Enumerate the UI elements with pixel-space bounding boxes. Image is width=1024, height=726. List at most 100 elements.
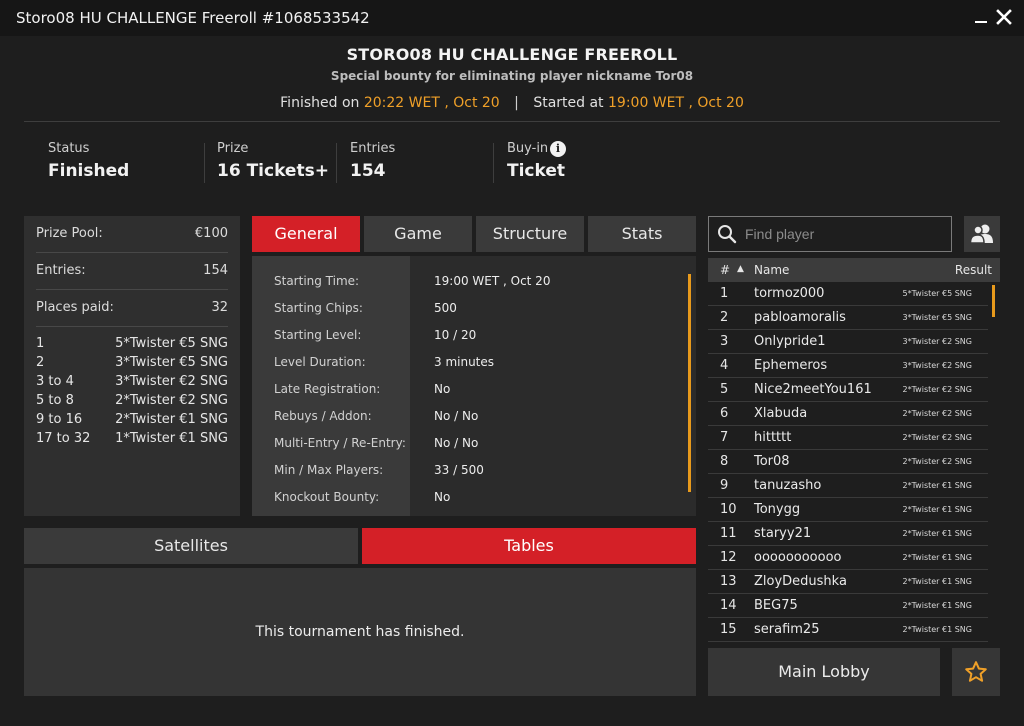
general-value: No / No	[434, 409, 479, 423]
times-separator: |	[514, 95, 519, 111]
info-divider	[493, 143, 494, 183]
player-row[interactable]: 10 Tonygg 2*Twister €1 SNG	[708, 498, 988, 522]
tournament-title: STORO08 HU CHALLENGE FREEROLL	[346, 45, 678, 64]
general-scrollbar[interactable]	[688, 274, 691, 492]
general-row: Late Registration: No	[252, 382, 692, 409]
player-row[interactable]: 8 Tor08 2*Twister €2 SNG	[708, 450, 988, 474]
player-rank: 3	[720, 334, 729, 349]
payout-place: 2	[36, 355, 45, 370]
entries-label: Entries:	[36, 263, 86, 278]
player-row[interactable]: 5 Nice2meetYou161 2*Twister €2 SNG	[708, 378, 988, 402]
prize-pool-panel: Prize Pool: €100 Entries: 154 Places pai…	[24, 216, 240, 516]
general-row: Multi-Entry / Re-Entry: No / No	[252, 436, 692, 463]
player-row[interactable]: 14 BEG75 2*Twister €1 SNG	[708, 594, 988, 618]
general-value: No	[434, 490, 451, 504]
player-list-header: # ▲ Name Result	[708, 258, 1000, 282]
close-button[interactable]	[993, 6, 1015, 28]
general-label: Starting Time:	[274, 274, 360, 288]
column-result[interactable]: Result	[955, 263, 992, 277]
started-label: Started at	[533, 95, 604, 111]
player-result: 5*Twister €5 SNG	[902, 289, 972, 298]
general-label: Min / Max Players:	[274, 463, 384, 477]
player-row[interactable]: 13 ZloyDedushka 2*Twister €1 SNG	[708, 570, 988, 594]
column-rank[interactable]: #	[720, 263, 730, 277]
info-divider	[204, 143, 205, 183]
player-row[interactable]: 15 serafim25 2*Twister €1 SNG	[708, 618, 988, 642]
sort-ascending-icon[interactable]: ▲	[737, 264, 744, 274]
player-result: 3*Twister €2 SNG	[902, 337, 972, 346]
tab-stats[interactable]: Stats	[588, 216, 696, 252]
player-name: ooooooooooo	[754, 550, 842, 565]
general-value: No / No	[434, 436, 479, 450]
places-paid-row: Places paid: 32	[36, 300, 228, 315]
tab-structure[interactable]: Structure	[476, 216, 584, 252]
player-rank: 6	[720, 406, 729, 421]
prize-pool-value: €100	[194, 226, 228, 241]
player-row[interactable]: 12 ooooooooooo 2*Twister €1 SNG	[708, 546, 988, 570]
general-row: Knockout Bounty: No	[252, 490, 692, 516]
tournament-subtitle: Special bounty for eliminating player ni…	[330, 69, 694, 83]
favorite-button[interactable]	[952, 648, 1000, 696]
minimize-button[interactable]	[969, 8, 991, 28]
player-result: 2*Twister €1 SNG	[902, 481, 972, 490]
player-name: Xlabuda	[754, 406, 808, 421]
player-name: Ephemeros	[754, 358, 828, 373]
general-label: Multi-Entry / Re-Entry:	[274, 436, 406, 450]
player-row[interactable]: 9 tanuzasho 2*Twister €1 SNG	[708, 474, 988, 498]
payout-place: 9 to 16	[36, 412, 83, 427]
general-label: Level Duration:	[274, 355, 366, 369]
player-row[interactable]: 2 pabloamoralis 3*Twister €5 SNG	[708, 306, 988, 330]
player-rank: 4	[720, 358, 729, 373]
player-row[interactable]: 4 Ephemeros 3*Twister €2 SNG	[708, 354, 988, 378]
payout-row: 17 to 32 1*Twister €1 SNG	[36, 431, 228, 446]
player-search[interactable]	[708, 216, 952, 252]
column-name[interactable]: Name	[754, 263, 789, 277]
status-value: Finished	[48, 161, 130, 181]
started-time: 19:00 WET , Oct 20	[608, 95, 744, 111]
payout-row: 9 to 16 2*Twister €1 SNG	[36, 412, 228, 427]
prize-pool-row: Prize Pool: €100	[36, 226, 228, 241]
payout-prize: 1*Twister €1 SNG	[115, 431, 228, 446]
player-row[interactable]: 1 tormoz000 5*Twister €5 SNG	[708, 282, 988, 306]
player-row[interactable]: 11 staryy21 2*Twister €1 SNG	[708, 522, 988, 546]
player-rank: 1	[720, 286, 729, 301]
places-paid-value: 32	[211, 300, 228, 315]
player-row[interactable]: 6 Xlabuda 2*Twister €2 SNG	[708, 402, 988, 426]
general-row: Starting Level: 10 / 20	[252, 328, 692, 355]
player-rank: 10	[720, 502, 737, 517]
general-row: Level Duration: 3 minutes	[252, 355, 692, 382]
player-list-scrollbar[interactable]	[992, 285, 995, 317]
prize-pool-label: Prize Pool:	[36, 226, 103, 241]
general-value: 19:00 WET , Oct 20	[434, 274, 551, 288]
info-divider	[336, 143, 337, 183]
prize-label: Prize	[217, 141, 249, 156]
general-label: Starting Level:	[274, 328, 362, 342]
player-row[interactable]: 7 hittttt 2*Twister €2 SNG	[708, 426, 988, 450]
main-lobby-button[interactable]: Main Lobby	[708, 648, 940, 696]
search-input[interactable]	[745, 223, 945, 245]
player-result: 3*Twister €5 SNG	[902, 313, 972, 322]
prize-value: 16 Tickets+	[217, 161, 329, 181]
buyin-value: Ticket	[507, 161, 566, 181]
player-rank: 8	[720, 454, 729, 469]
tab-satellites[interactable]: Satellites	[24, 528, 358, 564]
player-rank: 13	[720, 574, 737, 589]
player-name: tanuzasho	[754, 478, 822, 493]
player-result: 2*Twister €2 SNG	[902, 385, 972, 394]
tab-general[interactable]: General	[252, 216, 360, 252]
info-icon[interactable]: i	[550, 141, 566, 157]
player-result: 2*Twister €1 SNG	[902, 553, 972, 562]
general-row: Rebuys / Addon: No / No	[252, 409, 692, 436]
general-value: 33 / 500	[434, 463, 484, 477]
window-title: Storo08 HU CHALLENGE Freeroll #106853354…	[16, 9, 370, 27]
tab-tables[interactable]: Tables	[362, 528, 696, 564]
player-name: tormoz000	[754, 286, 825, 301]
header-divider	[24, 121, 1000, 122]
player-rank: 12	[720, 550, 737, 565]
tab-game[interactable]: Game	[364, 216, 472, 252]
player-row[interactable]: 3 Onlypride1 3*Twister €2 SNG	[708, 330, 988, 354]
players-button[interactable]	[964, 216, 1000, 252]
general-value: 500	[434, 301, 457, 315]
close-icon	[996, 9, 1012, 25]
player-result: 2*Twister €2 SNG	[902, 457, 972, 466]
